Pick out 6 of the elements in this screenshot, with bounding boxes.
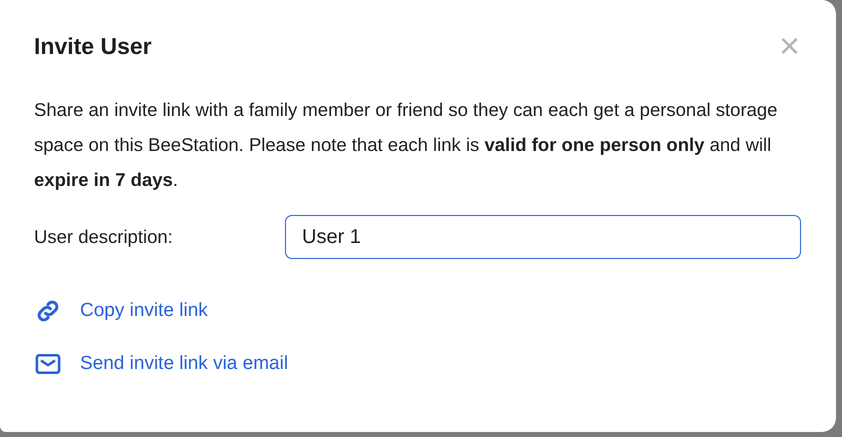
action-link[interactable]: Copy invite link xyxy=(80,297,208,326)
user-description-field[interactable]: User 1 xyxy=(285,215,801,259)
action-link[interactable]: Send invite link via email xyxy=(80,350,288,378)
field-label: User description: xyxy=(34,225,174,250)
description-text: Share an invite link with a family member or friend so they can each get a personal storage space on this BeeStation. Please note that each link is valid for one person only and will expire in 7 days. xyxy=(34,98,778,192)
dialog-title: Invite User xyxy=(34,32,152,61)
